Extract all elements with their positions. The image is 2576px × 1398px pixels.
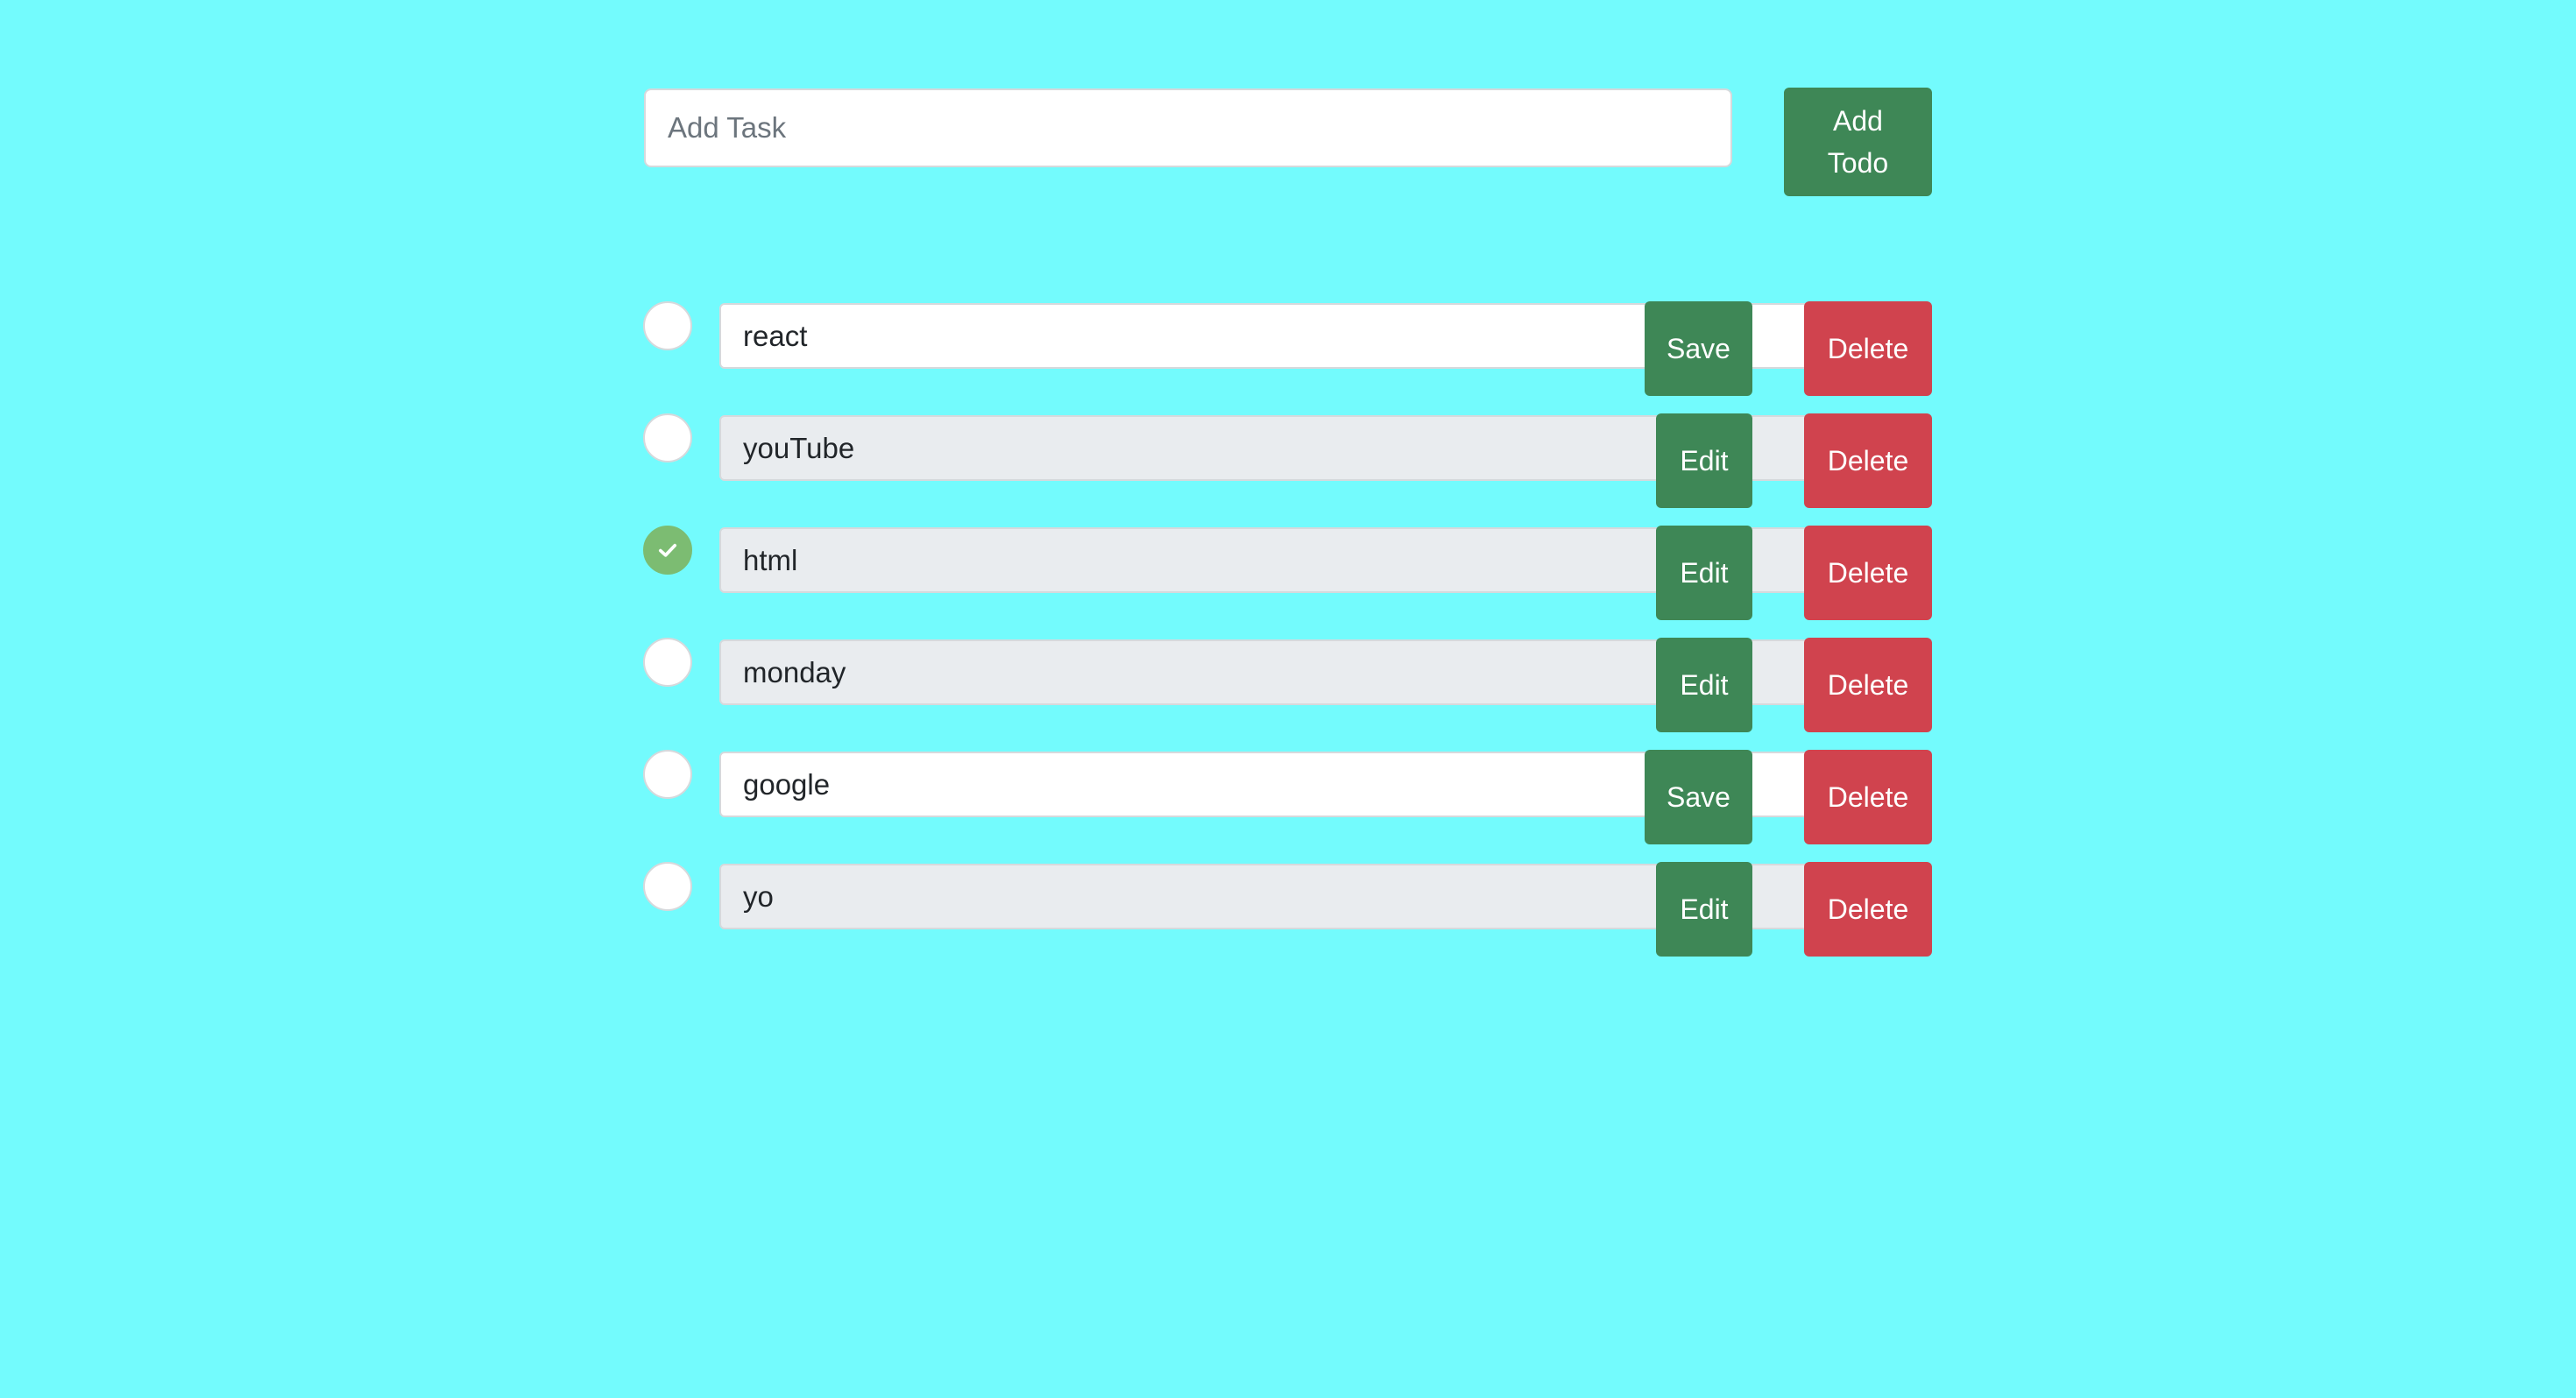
complete-toggle[interactable] xyxy=(643,862,692,911)
add-task-input[interactable] xyxy=(644,88,1732,167)
save-button[interactable]: Save xyxy=(1645,750,1752,844)
delete-button[interactable]: Delete xyxy=(1804,526,1932,620)
todo-item: Edit Delete xyxy=(0,413,2576,508)
complete-toggle[interactable] xyxy=(643,301,692,350)
add-todo-button[interactable]: Add Todo xyxy=(1784,88,1932,196)
edit-button[interactable]: Edit xyxy=(1656,862,1752,957)
edit-button[interactable]: Edit xyxy=(1656,638,1752,732)
todo-item: Edit Delete xyxy=(0,526,2576,620)
todo-item: Save Delete xyxy=(0,301,2576,396)
todo-app: Add Todo Save Delete Edit Delete Edit D xyxy=(0,0,2576,1398)
complete-toggle[interactable] xyxy=(643,413,692,462)
todo-item: Edit Delete xyxy=(0,862,2576,957)
delete-button[interactable]: Delete xyxy=(1804,862,1932,957)
edit-button[interactable]: Edit xyxy=(1656,526,1752,620)
save-button[interactable]: Save xyxy=(1645,301,1752,396)
check-icon xyxy=(658,543,677,557)
complete-toggle[interactable] xyxy=(643,526,692,575)
delete-button[interactable]: Delete xyxy=(1804,413,1932,508)
delete-button[interactable]: Delete xyxy=(1804,750,1932,844)
complete-toggle[interactable] xyxy=(643,750,692,799)
edit-button[interactable]: Edit xyxy=(1656,413,1752,508)
delete-button[interactable]: Delete xyxy=(1804,301,1932,396)
delete-button[interactable]: Delete xyxy=(1804,638,1932,732)
complete-toggle[interactable] xyxy=(643,638,692,687)
todo-item: Save Delete xyxy=(0,750,2576,844)
todo-item: Edit Delete xyxy=(0,638,2576,732)
